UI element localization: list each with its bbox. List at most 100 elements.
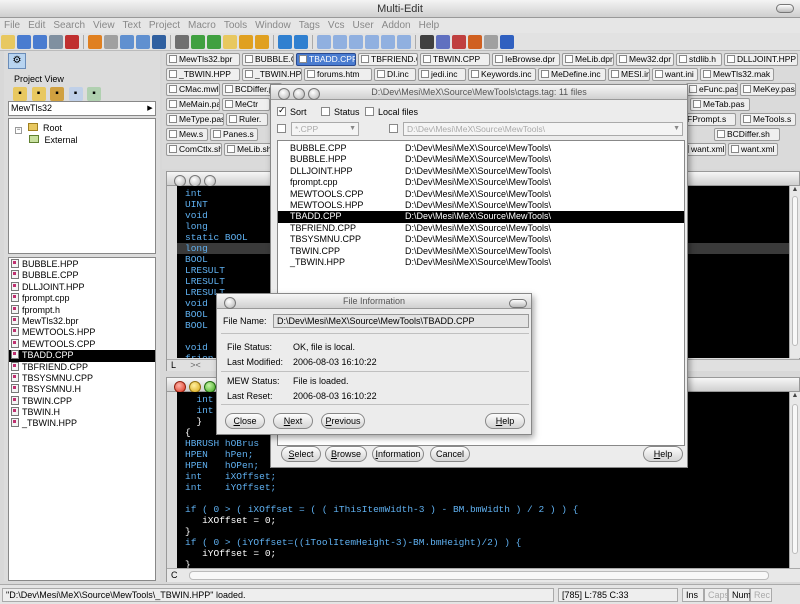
ctag-file-row[interactable]: _TBWIN.HPP D:\Dev\Mesi\MeX\Source\MewTool… — [278, 257, 684, 269]
filter-combo[interactable]: *.CPP ▼ — [291, 122, 359, 136]
project-file-item[interactable]: TBSYSMNU.CPP — [9, 372, 155, 384]
paste-icon[interactable] — [136, 35, 150, 49]
editor-bottom-hscroll-thumb[interactable] — [189, 571, 769, 580]
macro-icon[interactable] — [484, 35, 498, 49]
compile-icon[interactable] — [88, 35, 102, 49]
find-next-icon[interactable] — [191, 35, 205, 49]
editor-tab[interactable]: MewTls32.mak — [700, 68, 774, 81]
tool-icon[interactable] — [468, 35, 482, 49]
window-1-icon[interactable] — [317, 35, 331, 49]
editor-tab[interactable]: TBWIN.CPP — [420, 53, 490, 66]
save-icon[interactable] — [17, 35, 31, 49]
window-3-icon[interactable] — [349, 35, 363, 49]
editor-tab[interactable]: Keywords.inc — [468, 68, 536, 81]
close-icon[interactable] — [174, 174, 186, 187]
tag-browse-icon[interactable] — [436, 35, 450, 49]
ctag-file-row[interactable]: TBSYSMNU.CPP D:\Dev\Mesi\MeX\Source\MewTo… — [278, 234, 684, 246]
menu-user[interactable]: User — [349, 18, 378, 33]
menu-text[interactable]: Text — [119, 18, 145, 33]
minimize-icon[interactable] — [189, 174, 201, 187]
editor-tab[interactable]: ComCtlx.sh — [166, 143, 222, 156]
close-icon[interactable] — [278, 87, 290, 100]
project-file-item[interactable]: DLLJOINT.HPP — [9, 281, 155, 293]
editor-tab[interactable]: Mew.s — [166, 128, 208, 141]
editor-tab[interactable]: forums.htm — [304, 68, 372, 81]
zoom-icon[interactable] — [308, 87, 320, 100]
editor-tab[interactable]: MeLib.sh — [224, 143, 274, 156]
editor-tab[interactable]: MeMain.pas — [166, 98, 220, 111]
editor-tab[interactable]: jedi.inc — [418, 68, 466, 81]
close-button[interactable]: Close — [225, 413, 265, 429]
select-icon[interactable] — [152, 35, 166, 49]
bookmark-next-icon[interactable] — [255, 35, 269, 49]
editor-tab[interactable]: MewTls32.bpr — [166, 53, 240, 66]
window-5-icon[interactable] — [381, 35, 395, 49]
previous-button[interactable]: Previous — [321, 413, 365, 429]
print-icon[interactable] — [49, 35, 63, 49]
ctags-help-button[interactable]: Help — [643, 446, 683, 462]
project-files-icon[interactable]: ▪ — [68, 87, 83, 101]
path-checkbox[interactable] — [389, 124, 402, 134]
editor-tab[interactable]: DI.inc — [374, 68, 416, 81]
project-file-item[interactable]: TBSYSMNU.H — [9, 384, 155, 395]
tag-find-icon[interactable] — [452, 35, 466, 49]
tree-collapse-icon[interactable]: − — [15, 127, 22, 134]
editor-tab[interactable]: TBFRIEND.CPP — [358, 53, 418, 66]
menu-view[interactable]: View — [89, 18, 119, 33]
minimize-icon[interactable] — [293, 87, 305, 100]
browse-button[interactable]: Browse — [325, 446, 367, 462]
project-file-item[interactable]: _TBWIN.HPP — [9, 418, 155, 429]
project-file-item[interactable]: MewTls32.bpr — [9, 315, 155, 327]
editor-tab[interactable]: _TBWIN.HPP — [242, 68, 302, 81]
editor-tab[interactable]: MeTab.pas — [690, 98, 750, 111]
editor-tab[interactable]: Panes.s — [210, 128, 258, 141]
sort-checkbox[interactable]: Sort — [277, 105, 307, 117]
folder-add-icon[interactable]: ▪ — [31, 87, 46, 101]
editor-tab[interactable]: Mew32.dpr — [616, 53, 674, 66]
select-button[interactable]: Select — [281, 446, 321, 462]
project-file-item[interactable]: BUBBLE.HPP — [9, 259, 155, 270]
cut-icon[interactable] — [104, 35, 118, 49]
editor-tab[interactable]: want.ini — [652, 68, 698, 81]
project-file-item[interactable]: TBWIN.CPP — [9, 395, 155, 407]
project-file-item[interactable]: BUBBLE.CPP — [9, 270, 155, 281]
find-files-icon[interactable] — [207, 35, 221, 49]
file-name-field[interactable]: D:\Dev\Mesi\MeX\Source\MewTools\TBADD.CP… — [273, 314, 529, 328]
ctag-file-row[interactable]: fprompt.cpp D:\Dev\Mesi\MeX\Source\MewToo… — [278, 177, 684, 189]
editor-tab[interactable]: BCDiffer.sh — [714, 128, 780, 141]
editor-tab[interactable]: Ruler. — [226, 113, 268, 126]
ctag-file-row[interactable]: MEWTOOLS.CPP D:\Dev\Mesi\MeX\Source\MewTo… — [278, 189, 684, 201]
file-info-help-button[interactable]: Help — [485, 413, 525, 429]
editor-tab[interactable]: MeLib.dpr — [562, 53, 614, 66]
editor-tab[interactable]: MeKey.pas — [740, 83, 796, 96]
close-icon[interactable] — [174, 380, 186, 393]
tree-item-root[interactable]: − Root — [15, 123, 62, 134]
folder-config-icon[interactable]: ▪ — [50, 87, 65, 101]
editor-tab[interactable]: DLLJOINT.HPP — [724, 53, 798, 66]
close-icon[interactable] — [224, 296, 236, 309]
redo-icon[interactable] — [294, 35, 308, 49]
menu-addon[interactable]: Addon — [378, 18, 415, 33]
undo-icon[interactable] — [278, 35, 292, 49]
project-selector-arrow-icon[interactable]: ▶ — [144, 102, 156, 115]
menu-macro[interactable]: Macro — [184, 18, 220, 33]
project-selector[interactable]: MewTls32 — [8, 101, 156, 116]
menu-vcs[interactable]: Vcs — [324, 18, 349, 33]
menu-edit[interactable]: Edit — [24, 18, 49, 33]
editor-tab[interactable]: BUBBLE.CPP — [242, 53, 294, 66]
project-file-item[interactable]: TBADD.CPP — [9, 350, 155, 362]
save-all-icon[interactable] — [33, 35, 47, 49]
menu-tools[interactable]: Tools — [220, 18, 251, 33]
editor-tab[interactable]: MeDefine.inc — [538, 68, 606, 81]
menu-project[interactable]: Project — [145, 18, 184, 33]
filter-checkbox[interactable] — [277, 124, 290, 134]
bookmark-icon[interactable] — [239, 35, 253, 49]
editor-tab[interactable]: MeCtr — [222, 98, 270, 111]
toolbar-toggle-button[interactable] — [509, 299, 527, 309]
ctag-file-row[interactable]: MEWTOOLS.HPP D:\Dev\Mesi\MeX\Source\MewTo… — [278, 200, 684, 212]
folder-open-icon[interactable]: ▪ — [13, 87, 27, 101]
local-files-checkbox[interactable]: Local files — [365, 107, 418, 117]
editor-tab[interactable]: MeTools.s — [740, 113, 796, 126]
tag-icon[interactable] — [420, 35, 434, 49]
toolbar-toggle-button[interactable] — [776, 4, 794, 14]
